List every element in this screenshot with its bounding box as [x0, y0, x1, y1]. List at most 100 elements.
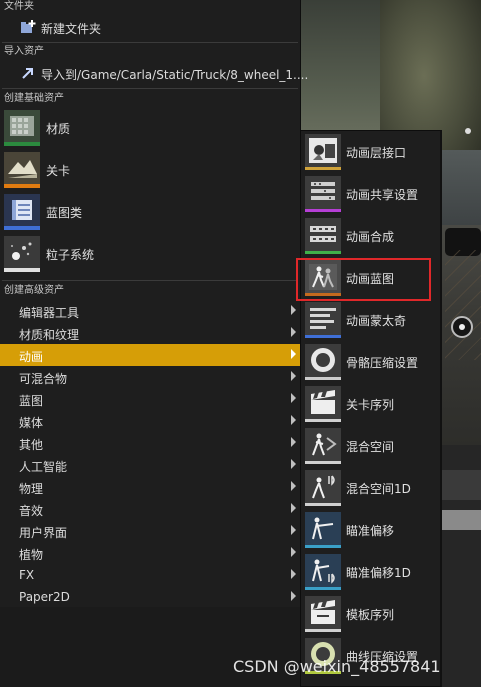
- section-header-folder: 文件夹: [4, 1, 34, 12]
- viewport-fence: [445, 250, 481, 360]
- adv-category-label: 音效: [19, 504, 44, 518]
- adv-category-label: 用户界面: [19, 526, 68, 540]
- particle-system-color-bar: [4, 268, 40, 272]
- chevron-right-icon: [291, 569, 296, 579]
- watermark: CSDN @weixin_48557841: [233, 657, 441, 676]
- adv-category-ai[interactable]: 人工智能: [0, 454, 300, 476]
- adv-category-label: 人工智能: [19, 460, 68, 474]
- anim-composite-icon: [305, 218, 341, 254]
- import-icon: [20, 65, 36, 84]
- basic-asset-blueprint-class[interactable]: 蓝图类: [0, 192, 300, 234]
- submenu-item-label: 骨骼压缩设置: [346, 356, 419, 370]
- submenu-item-label: 关卡序列: [346, 398, 395, 412]
- adv-category-label: 可混合物: [19, 372, 68, 386]
- blend-space-icon: [305, 428, 341, 464]
- material-color-bar: [4, 142, 40, 146]
- color-bar: [305, 209, 341, 212]
- adv-category-label: 材质和纹理: [19, 328, 80, 342]
- submenu-item-label: 动画共享设置: [346, 188, 419, 202]
- section-header-advanced: 创建高级资产: [4, 285, 64, 296]
- highlight-annotation-box: [296, 258, 431, 301]
- chevron-right-icon: [291, 305, 296, 315]
- new-folder-icon: [20, 19, 36, 38]
- basic-asset-material[interactable]: 材质: [0, 108, 300, 150]
- color-bar: [305, 629, 341, 632]
- adv-category-blueprints[interactable]: 蓝图: [0, 388, 300, 410]
- aim-offset-1d-icon: [305, 554, 341, 590]
- particle-system-icon: [4, 236, 40, 272]
- viewport-gizmo-icon[interactable]: [451, 316, 473, 338]
- material-icon: [4, 110, 40, 146]
- separator: [2, 42, 298, 43]
- section-header-import: 导入资产: [4, 46, 44, 57]
- particle-system-label: 粒子系统: [46, 248, 95, 262]
- submenu-item-label: 混合空间1D: [346, 482, 411, 496]
- submenu-item-label: 瞄准偏移: [346, 524, 395, 538]
- adv-category-paper2d[interactable]: Paper2D: [0, 586, 300, 608]
- chevron-right-icon: [291, 371, 296, 381]
- adv-category-editor-tools[interactable]: 编辑器工具: [0, 300, 300, 322]
- color-bar: [305, 251, 341, 254]
- adv-category-user-interface[interactable]: 用户界面: [0, 520, 300, 542]
- submenu-item-label: 动画层接口: [346, 146, 407, 160]
- blueprint-class-label: 蓝图类: [46, 206, 83, 220]
- separator: [2, 280, 298, 281]
- anim-sharing-setup-icon: [305, 176, 341, 212]
- chevron-right-icon: [291, 503, 296, 513]
- material-label: 材质: [46, 122, 71, 136]
- template-sequence-icon: [305, 596, 341, 632]
- chevron-right-icon: [291, 525, 296, 535]
- import-label: 导入到/Game/Carla/Static/Truck/8_wheel_1...…: [41, 68, 309, 82]
- submenu-item-anim-composite[interactable]: 动画合成: [301, 215, 441, 257]
- submenu-item-anim-montage[interactable]: 动画蒙太奇: [301, 299, 441, 341]
- chevron-right-icon: [291, 437, 296, 447]
- adv-category-materials-textures[interactable]: 材质和纹理: [0, 322, 300, 344]
- chevron-right-icon: [291, 349, 296, 359]
- adv-category-animation[interactable]: 动画: [0, 344, 300, 366]
- submenu-item-aim-offset-1d[interactable]: 瞄准偏移1D: [301, 551, 441, 593]
- adv-category-foliage[interactable]: 植物: [0, 542, 300, 564]
- adv-category-physics[interactable]: 物理: [0, 476, 300, 498]
- color-bar: [305, 461, 341, 464]
- adv-category-label: Paper2D: [19, 590, 70, 604]
- submenu-item-blend-space-1d[interactable]: 混合空间1D: [301, 467, 441, 509]
- submenu-item-anim-sharing-setup[interactable]: 动画共享设置: [301, 173, 441, 215]
- submenu-item-template-sequence[interactable]: 模板序列: [301, 593, 441, 635]
- section-header-basic: 创建基础资产: [4, 93, 64, 104]
- adv-category-blendables[interactable]: 可混合物: [0, 366, 300, 388]
- adv-category-label: 编辑器工具: [19, 306, 80, 320]
- adv-category-media[interactable]: 媒体: [0, 410, 300, 432]
- new-folder-label: 新建文件夹: [41, 22, 102, 36]
- bone-compression-icon: [305, 344, 341, 380]
- submenu-item-aim-offset[interactable]: 瞄准偏移: [301, 509, 441, 551]
- color-bar: [305, 419, 341, 422]
- import-item[interactable]: 导入到/Game/Carla/Static/Truck/8_wheel_1...…: [0, 62, 308, 84]
- new-folder-item[interactable]: 新建文件夹: [0, 16, 300, 38]
- chevron-right-icon: [291, 547, 296, 557]
- submenu-item-anim-layer-interface[interactable]: 动画层接口: [301, 131, 441, 173]
- submenu-item-label: 瞄准偏移1D: [346, 566, 411, 580]
- adv-category-label: 其他: [19, 438, 44, 452]
- color-bar: [305, 377, 341, 380]
- adv-category-sounds[interactable]: 音效: [0, 498, 300, 520]
- adv-category-label: FX: [19, 568, 35, 582]
- basic-asset-level[interactable]: 关卡: [0, 150, 300, 192]
- blend-space-1d-icon: [305, 470, 341, 506]
- blueprint-class-color-bar: [4, 226, 40, 230]
- submenu-item-bone-compression[interactable]: 骨骼压缩设置: [301, 341, 441, 383]
- aim-offset-icon: [305, 512, 341, 548]
- submenu-item-level-sequence[interactable]: 关卡序列: [301, 383, 441, 425]
- adv-category-miscellaneous[interactable]: 其他: [0, 432, 300, 454]
- basic-asset-particle-system[interactable]: 粒子系统: [0, 234, 300, 276]
- separator: [2, 88, 298, 89]
- adv-category-label: 蓝图: [19, 394, 44, 408]
- submenu-item-label: 动画蒙太奇: [346, 314, 407, 328]
- submenu-item-blend-space[interactable]: 混合空间: [301, 425, 441, 467]
- adv-category-fx[interactable]: FX: [0, 564, 300, 586]
- chevron-right-icon: [291, 393, 296, 403]
- color-bar: [305, 335, 341, 338]
- level-sequence-icon: [305, 386, 341, 422]
- color-bar: [305, 545, 341, 548]
- animation-submenu: 动画层接口 动画共享设置 动画合成 动画蓝图 动画蒙太奇 骨骼压缩设置 关卡序列…: [300, 130, 442, 687]
- blueprint-class-icon: [4, 194, 40, 230]
